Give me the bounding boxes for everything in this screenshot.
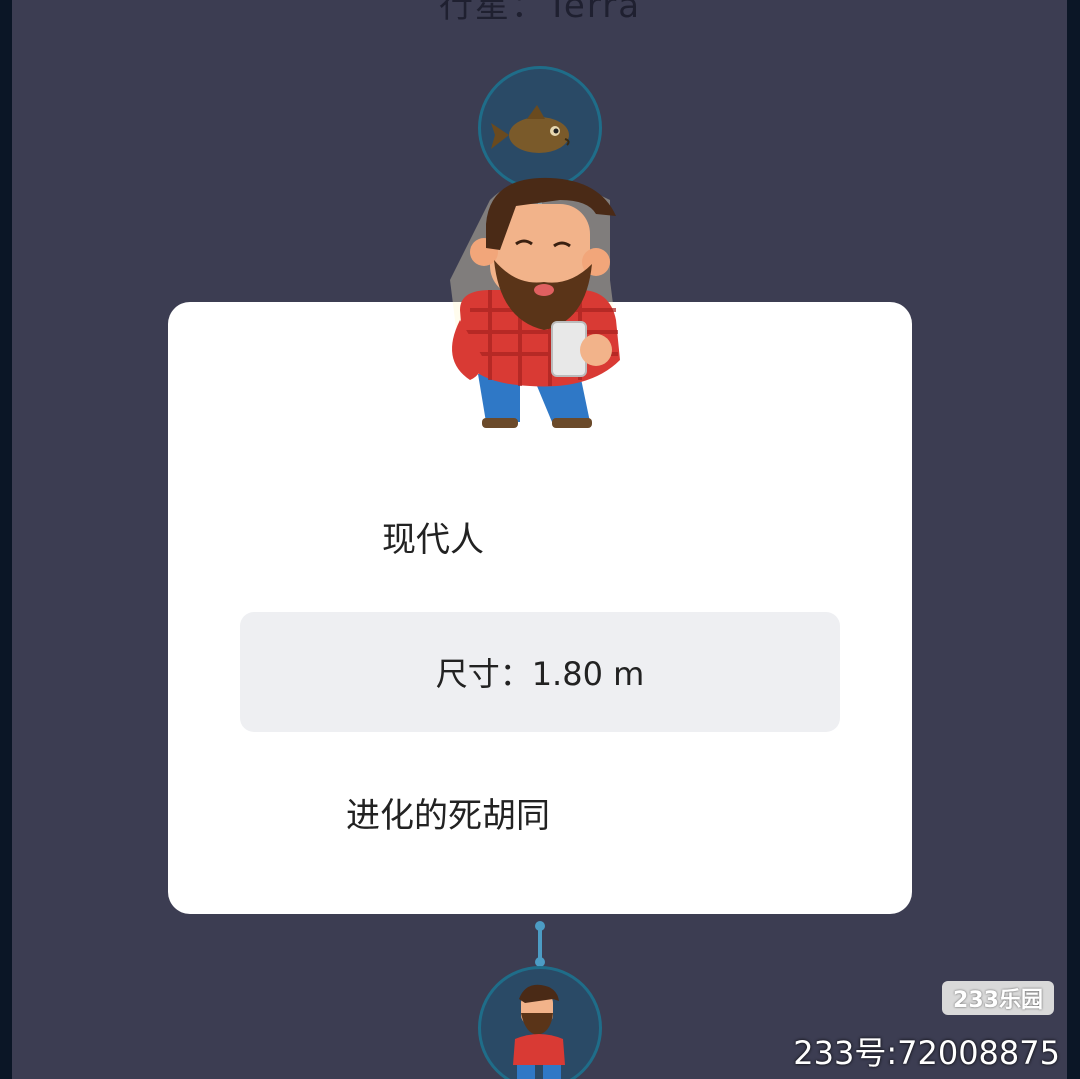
screen: 行星：Terra 现代人 尺寸：1.80 m 进化的死胡同 233乐园 233号… [0,0,1080,1079]
evolution-status-text: 进化的死胡同 [346,796,550,836]
watermark-id: 233号:72008875 [793,1034,1060,1072]
size-info-box: 尺寸：1.80 m [240,612,840,732]
bearded-man-icon [513,984,565,1079]
watermark-badge: 233乐园 [942,981,1054,1015]
planet-label: 行星：Terra [438,0,642,26]
bearded-man-character-image [450,177,620,428]
size-text: 尺寸：1.80 m [435,655,645,693]
evolution-node-human[interactable] [478,966,602,1079]
species-name: 现代人 [382,520,484,560]
tree-connector-bottom [535,921,545,967]
